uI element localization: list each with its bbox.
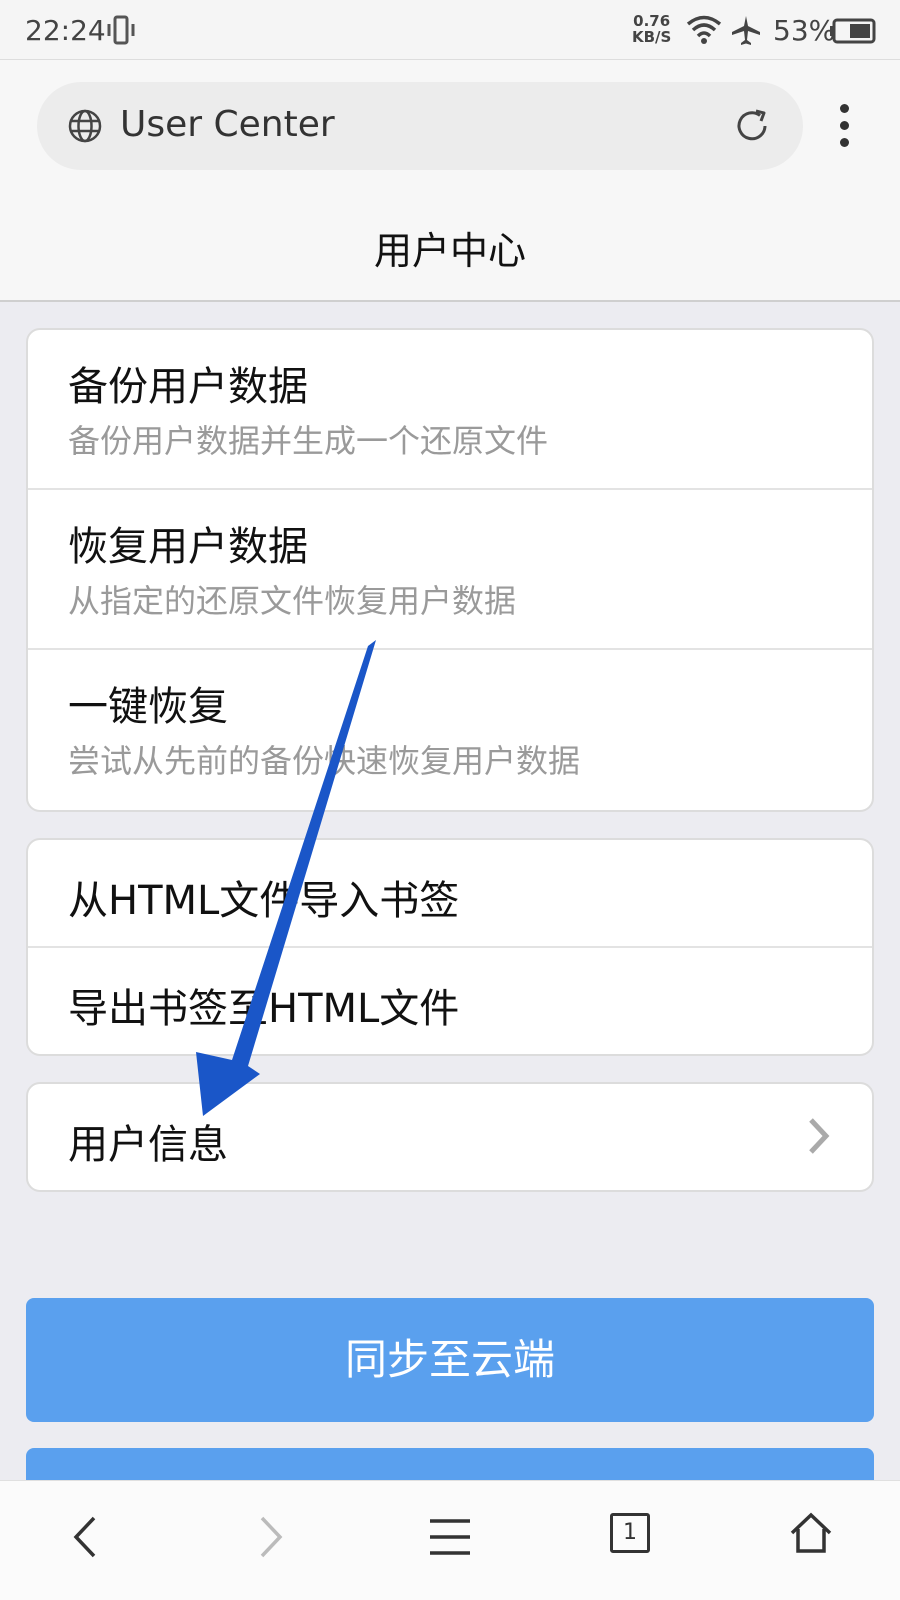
- status-time: 22:24: [25, 14, 106, 47]
- browser-toolbar: User Center 用户中心: [0, 60, 900, 302]
- list-item-quick-restore[interactable]: 一键恢复 尝试从先前的备份快速恢复用户数据: [28, 650, 872, 810]
- list-item-title: 用户信息: [68, 1122, 228, 1168]
- address-text[interactable]: User Center: [120, 104, 335, 145]
- tabs-icon[interactable]: 1: [610, 1513, 650, 1553]
- back-icon[interactable]: [70, 1515, 100, 1563]
- speed-value: 0.76: [633, 12, 671, 30]
- list-item-restore[interactable]: 恢复用户数据 从指定的还原文件恢复用户数据: [28, 490, 872, 650]
- forward-icon[interactable]: [256, 1515, 286, 1563]
- list-item-subtitle: 备份用户数据并生成一个还原文件: [68, 422, 549, 460]
- page-title: 用户中心: [373, 229, 526, 273]
- backup-card: 备份用户数据 备份用户数据并生成一个还原文件 恢复用户数据 从指定的还原文件恢复…: [26, 328, 874, 812]
- network-speed: 0.76 KB/S: [632, 13, 671, 45]
- list-item-title: 恢复用户数据: [68, 524, 308, 570]
- battery-icon: [830, 18, 878, 48]
- vibrate-icon: [106, 14, 136, 50]
- list-item-title: 从HTML文件导入书签: [68, 878, 460, 924]
- battery-percent: 53%: [773, 14, 836, 47]
- wifi-icon: [686, 14, 722, 48]
- status-bar: 22:24 0.76 KB/S 53%: [0, 0, 900, 60]
- list-item-subtitle: 从指定的还原文件恢复用户数据: [68, 582, 517, 620]
- more-icon[interactable]: [832, 104, 856, 148]
- list-item-export-bookmarks[interactable]: 导出书签至HTML文件: [28, 948, 872, 1054]
- speed-unit: KB/S: [632, 28, 672, 46]
- list-item-backup[interactable]: 备份用户数据 备份用户数据并生成一个还原文件: [28, 330, 872, 490]
- list-item-title: 一键恢复: [68, 684, 228, 730]
- bottom-navigation: 1: [0, 1480, 900, 1600]
- menu-icon[interactable]: [428, 1517, 472, 1561]
- home-icon[interactable]: [788, 1511, 834, 1559]
- chevron-right-icon: [806, 1116, 832, 1160]
- list-item-user-info[interactable]: 用户信息: [28, 1084, 872, 1190]
- airplane-icon: [730, 14, 762, 50]
- list-item-title: 备份用户数据: [68, 364, 308, 410]
- reload-icon[interactable]: [733, 107, 771, 149]
- list-item-import-bookmarks[interactable]: 从HTML文件导入书签: [28, 840, 872, 948]
- list-item-subtitle: 尝试从先前的备份快速恢复用户数据: [68, 742, 581, 780]
- globe-icon: [67, 108, 103, 148]
- bookmark-card: 从HTML文件导入书签 导出书签至HTML文件: [26, 838, 874, 1056]
- user-info-card: 用户信息: [26, 1082, 874, 1192]
- sync-to-cloud-button[interactable]: 同步至云端: [26, 1298, 874, 1422]
- list-item-title: 导出书签至HTML文件: [68, 986, 460, 1032]
- address-bar[interactable]: User Center: [37, 82, 803, 170]
